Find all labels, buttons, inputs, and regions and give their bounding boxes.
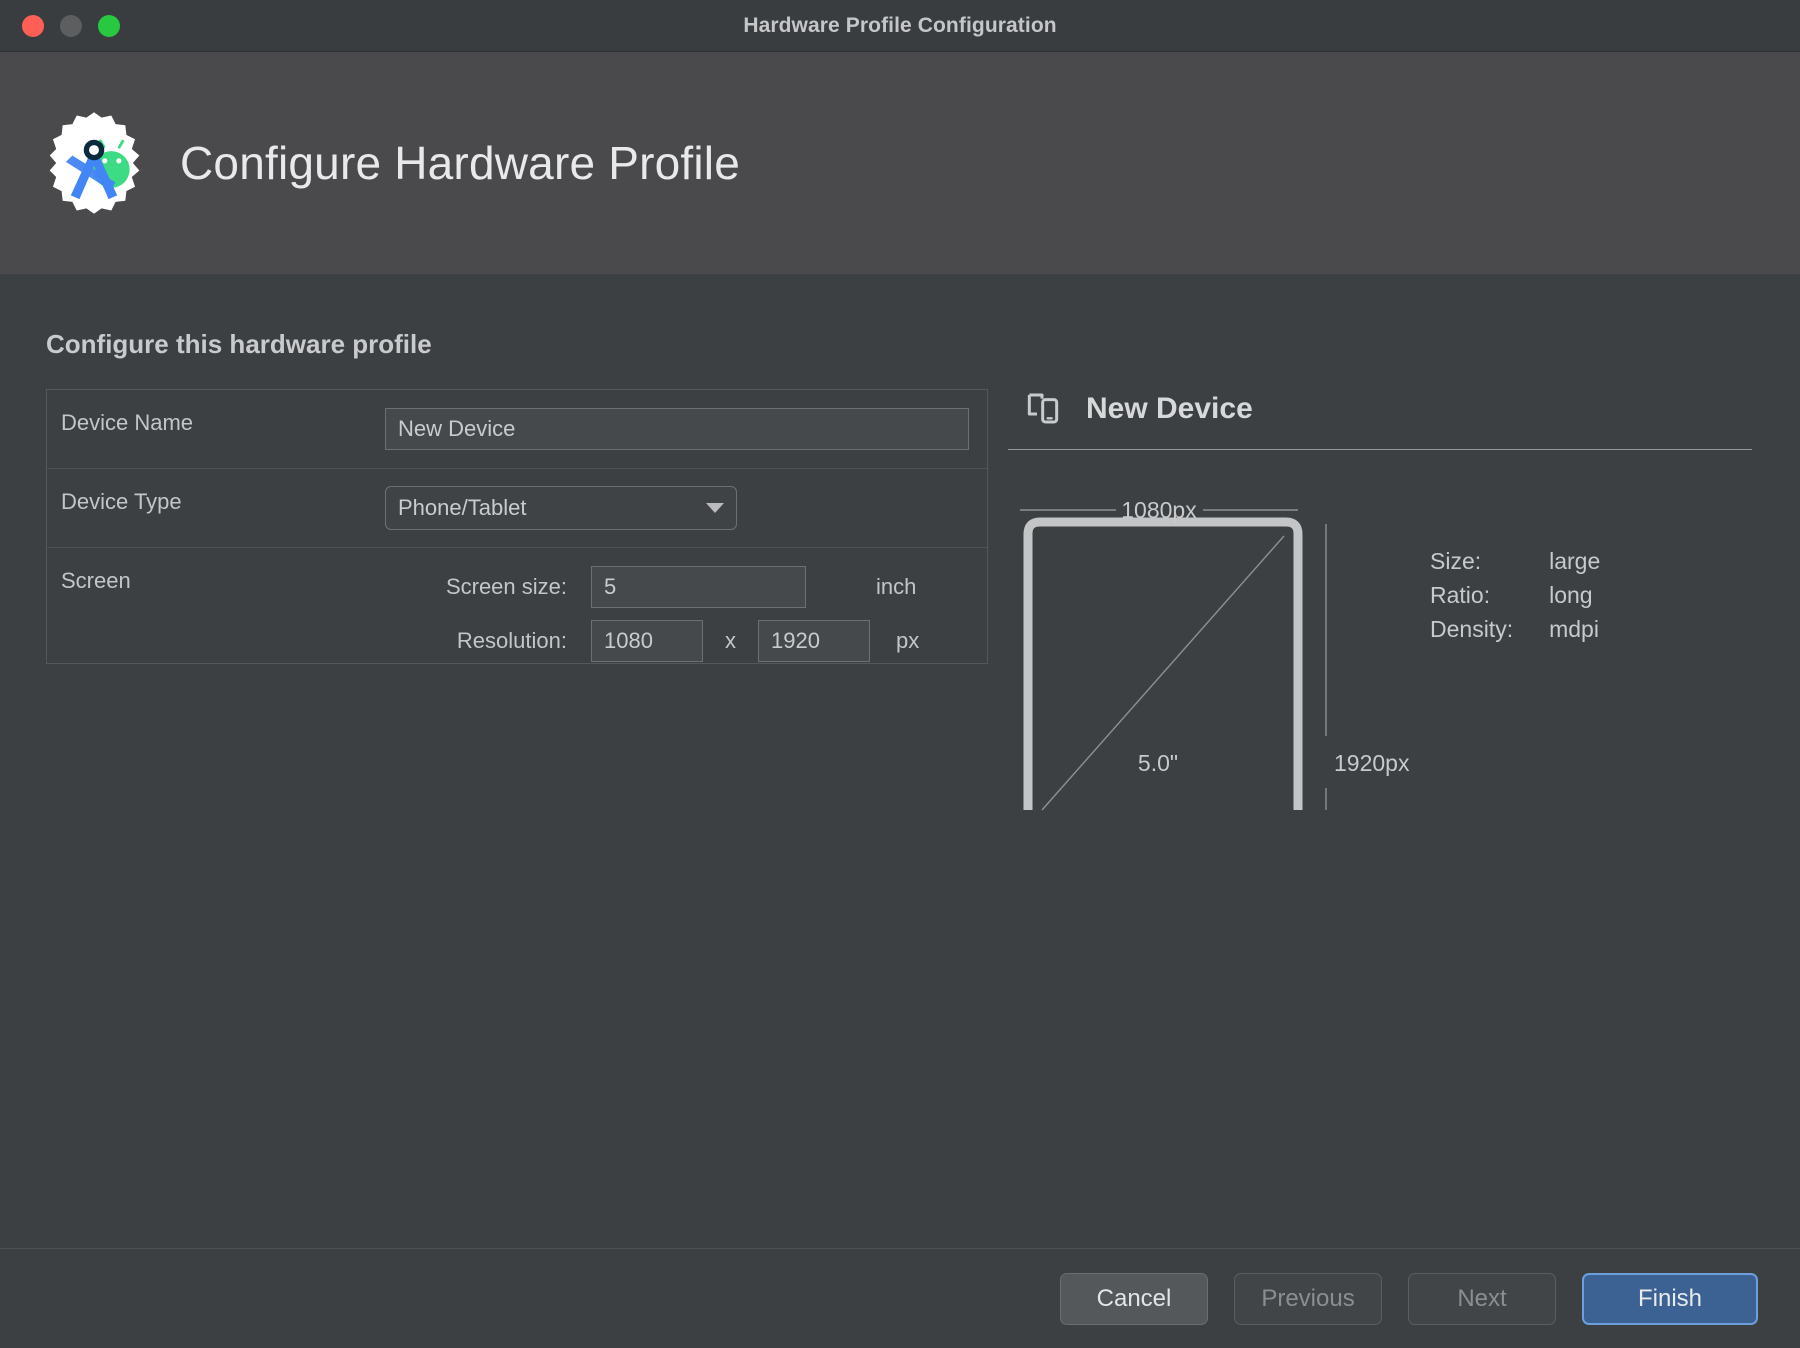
spec-key: Ratio: — [1430, 582, 1513, 609]
device-name-input[interactable] — [385, 408, 969, 450]
screen-size-unit: inch — [876, 574, 916, 600]
resolution-label: Resolution: — [385, 628, 567, 654]
form-row-device-name: Device Name — [47, 390, 987, 469]
preview-device-name: New Device — [1086, 392, 1253, 426]
screen-size-input[interactable] — [591, 566, 806, 608]
spec-value: large — [1549, 548, 1600, 575]
devices-icon — [1024, 389, 1064, 429]
next-button[interactable]: Next — [1408, 1273, 1556, 1325]
diagram-height-label: 1920px — [1334, 750, 1410, 776]
resolution-separator: x — [725, 628, 736, 654]
screen-size-label: Screen size: — [385, 574, 567, 600]
device-type-value: Phone/Tablet — [398, 495, 694, 521]
form-row-device-type: Device Type Phone/Tablet — [47, 469, 987, 548]
form-row-screen: Screen Screen size: inch Resolution: x — [47, 548, 987, 664]
diagram-width-label: 1080px — [1121, 497, 1197, 523]
resolution-unit: px — [896, 628, 919, 654]
page-title: Configure this hardware profile — [46, 329, 432, 360]
spec-key: Size: — [1430, 548, 1513, 575]
device-preview-panel: New Device 1080px 1920px — [1008, 389, 1752, 908]
dialog-header: Configure Hardware Profile — [0, 52, 1800, 274]
resolution-height-input[interactable] — [758, 620, 870, 662]
chevron-down-icon — [706, 503, 724, 513]
dialog-header-title: Configure Hardware Profile — [180, 136, 740, 190]
hardware-profile-dialog: Hardware Profile Configuration Configure… — [0, 0, 1800, 1348]
device-name-label: Device Name — [61, 390, 385, 437]
window-title: Hardware Profile Configuration — [0, 14, 1800, 38]
dialog-footer: Cancel Previous Next Finish — [0, 1248, 1800, 1348]
cancel-button[interactable]: Cancel — [1060, 1273, 1208, 1325]
spec-value: mdpi — [1549, 616, 1600, 643]
dialog-body: Configure this hardware profile Device N… — [0, 274, 1800, 1248]
device-type-label: Device Type — [61, 469, 385, 516]
device-specs-list: Size: large Ratio: long Density: mdpi — [1430, 548, 1600, 643]
finish-button[interactable]: Finish — [1582, 1273, 1758, 1325]
preview-divider — [1008, 449, 1752, 450]
diagram-diagonal-label: 5.0" — [1138, 750, 1178, 776]
hardware-profile-form: Device Name Device Type Phone/Tablet — [46, 389, 988, 664]
device-outline-svg: 1080px 1920px 5.0" — [1008, 488, 1752, 908]
device-type-dropdown[interactable]: Phone/Tablet — [385, 486, 737, 530]
preview-header: New Device — [1008, 389, 1752, 429]
spec-value: long — [1549, 582, 1600, 609]
device-size-diagram: 1080px 1920px 5.0" Size: large Ratio: lo… — [1008, 488, 1752, 908]
android-studio-logo-icon — [40, 109, 148, 217]
spec-key: Density: — [1430, 616, 1513, 643]
previous-button[interactable]: Previous — [1234, 1273, 1382, 1325]
resolution-width-input[interactable] — [591, 620, 703, 662]
screen-label: Screen — [61, 548, 385, 595]
window-titlebar: Hardware Profile Configuration — [0, 0, 1800, 52]
